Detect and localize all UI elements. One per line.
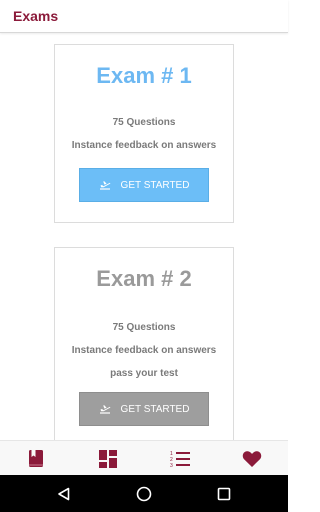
- nav-item-list[interactable]: 1 2 3: [144, 441, 216, 476]
- airplane-takeoff-icon: [99, 181, 110, 190]
- exam-title: Exam # 1: [96, 63, 192, 88]
- system-home-button[interactable]: [124, 475, 164, 512]
- airplane-takeoff-icon: [99, 405, 110, 414]
- nav-item-favorites[interactable]: [216, 441, 288, 476]
- exam-title: Exam # 2: [96, 266, 192, 291]
- heart-icon: [242, 450, 262, 467]
- get-started-button[interactable]: GET STARTED: [79, 168, 209, 202]
- numbered-list-icon: 1 2 3: [170, 451, 190, 468]
- nav-item-dashboard[interactable]: [72, 441, 144, 476]
- page-title: Exams: [13, 8, 59, 24]
- dashboard-icon: [99, 449, 117, 468]
- back-triangle-icon: [58, 487, 70, 500]
- exam-card-1: Exam # 1 75 Questions Instance feedback …: [54, 44, 234, 223]
- system-navigation-bar: [0, 475, 288, 512]
- recents-square-icon: [217, 487, 231, 500]
- app-bar: Exams: [0, 0, 288, 33]
- book-icon: [29, 450, 43, 467]
- exam-feedback-note: Instance feedback on answers: [71, 345, 217, 356]
- svg-text:3: 3: [170, 463, 173, 468]
- nav-item-book[interactable]: [0, 441, 72, 476]
- exam-question-count: 75 Questions: [112, 322, 176, 333]
- home-circle-icon: [136, 486, 152, 501]
- exam-pass-note: pass your test: [110, 368, 178, 379]
- system-back-button[interactable]: [44, 475, 84, 512]
- exam-card-2: Exam # 2 75 Questions Instance feedback …: [54, 247, 234, 440]
- get-started-label: GET STARTED: [120, 403, 190, 415]
- get-started-button[interactable]: GET STARTED: [79, 392, 209, 426]
- exam-feedback-note: Instance feedback on answers: [71, 140, 217, 151]
- exam-list[interactable]: Exam # 1 75 Questions Instance feedback …: [0, 34, 288, 440]
- get-started-label: GET STARTED: [120, 179, 190, 191]
- system-recents-button[interactable]: [204, 475, 244, 512]
- bottom-navigation: 1 2 3: [0, 440, 288, 475]
- exam-question-count: 75 Questions: [112, 117, 176, 128]
